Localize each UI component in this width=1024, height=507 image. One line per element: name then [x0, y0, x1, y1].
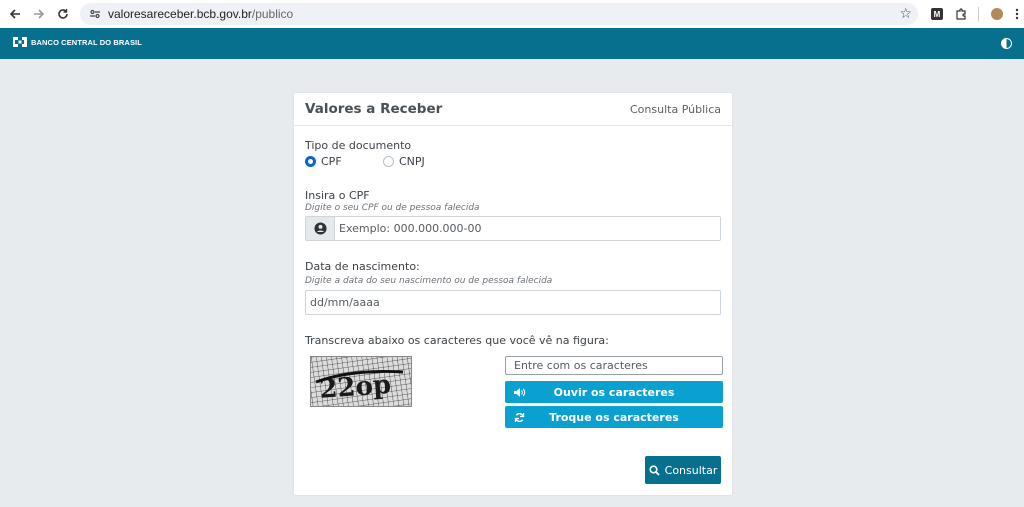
captcha-placeholder: Entre com os caracteres: [514, 359, 648, 372]
logo-text: BANCO CENTRAL DO BRASIL: [31, 37, 142, 47]
radio-cpf-label: CPF: [321, 155, 342, 168]
contrast-toggle[interactable]: [1001, 38, 1012, 49]
url-host: valoresareceber.bcb.gov.br: [108, 7, 252, 21]
radio-cnpj-label: CNPJ: [399, 155, 425, 168]
puzzle-icon: [956, 8, 966, 20]
cpf-input[interactable]: Exemplo: 000.000.000-00: [305, 216, 721, 241]
profile-button[interactable]: [990, 4, 1004, 24]
reload-icon: [58, 9, 68, 19]
address-bar[interactable]: valoresareceber.bcb.gov.br/publico ☆: [80, 3, 918, 25]
swap-captcha-label: Troque os caracteres: [549, 410, 679, 424]
avatar: [991, 8, 1003, 20]
kebab-menu-icon: [1015, 8, 1019, 20]
extension-button[interactable]: M: [930, 4, 944, 24]
reload-button[interactable]: [50, 1, 76, 27]
extensions-menu-button[interactable]: [954, 4, 968, 24]
cpf-placeholder: Exemplo: 000.000.000-00: [339, 222, 482, 235]
cpf-label: Insira o CPF: [305, 189, 370, 202]
dob-placeholder: dd/mm/aaaa: [310, 296, 380, 309]
toolbar-divider: [978, 7, 979, 21]
back-button[interactable]: [2, 1, 28, 27]
arrow-left-icon: [9, 9, 20, 19]
bookmark-button[interactable]: ☆: [899, 3, 912, 25]
url-text: valoresareceber.bcb.gov.br/publico: [108, 7, 293, 21]
browser-toolbar: valoresareceber.bcb.gov.br/publico ☆ M: [0, 0, 1024, 28]
site-header: BANCO CENTRAL DO BRASIL: [0, 28, 1024, 59]
bcb-logo[interactable]: BANCO CENTRAL DO BRASIL: [11, 35, 142, 49]
captcha-image: 22op: [310, 356, 412, 407]
consultar-button[interactable]: Consultar: [645, 456, 721, 484]
forward-button[interactable]: [26, 1, 52, 27]
radio-cnpj[interactable]: CNPJ: [383, 155, 425, 168]
dob-input[interactable]: dd/mm/aaaa: [305, 290, 721, 315]
page-title: Valores a Receber: [305, 101, 443, 117]
radio-cnpj-indicator: [383, 156, 394, 167]
page-subtitle: Consulta Pública: [630, 102, 721, 116]
captcha-text: 22op: [318, 370, 392, 405]
star-icon: ☆: [899, 6, 912, 22]
swap-captcha-button[interactable]: Troque os caracteres: [505, 406, 723, 428]
user-circle-icon: [313, 222, 327, 235]
speaker-icon: [505, 387, 533, 398]
refresh-icon: [505, 412, 533, 423]
cpf-hint: Digite o seu CPF ou de pessoa falecida: [305, 203, 480, 213]
site-info-icon[interactable]: [84, 3, 106, 25]
url-path: /publico: [251, 7, 294, 21]
search-icon: [649, 464, 660, 476]
consultar-label: Consultar: [664, 463, 718, 477]
browser-menu-button[interactable]: [1012, 4, 1022, 24]
card-header: Valores a Receber Consulta Pública: [294, 93, 732, 126]
listen-captcha-button[interactable]: Ouvir os caracteres: [505, 381, 723, 403]
dob-hint: Digite a data do seu nascimento ou de pe…: [305, 276, 553, 286]
radio-cpf-indicator: [305, 156, 316, 167]
radio-cpf[interactable]: CPF: [305, 155, 342, 168]
dob-label: Data de nascimento:: [305, 260, 420, 273]
cpf-addon: [306, 217, 335, 240]
extension-m-icon: M: [931, 8, 943, 20]
listen-captcha-label: Ouvir os caracteres: [553, 385, 675, 399]
arrow-right-icon: [34, 9, 45, 19]
consulta-card: Valores a Receber Consulta Pública Tipo …: [294, 93, 732, 495]
doc-type-label: Tipo de documento: [305, 139, 412, 152]
captcha-label: Transcreva abaixo os caracteres que você…: [305, 334, 609, 347]
captcha-input[interactable]: Entre com os caracteres: [505, 356, 723, 375]
bcb-logo-icon: [13, 37, 27, 47]
